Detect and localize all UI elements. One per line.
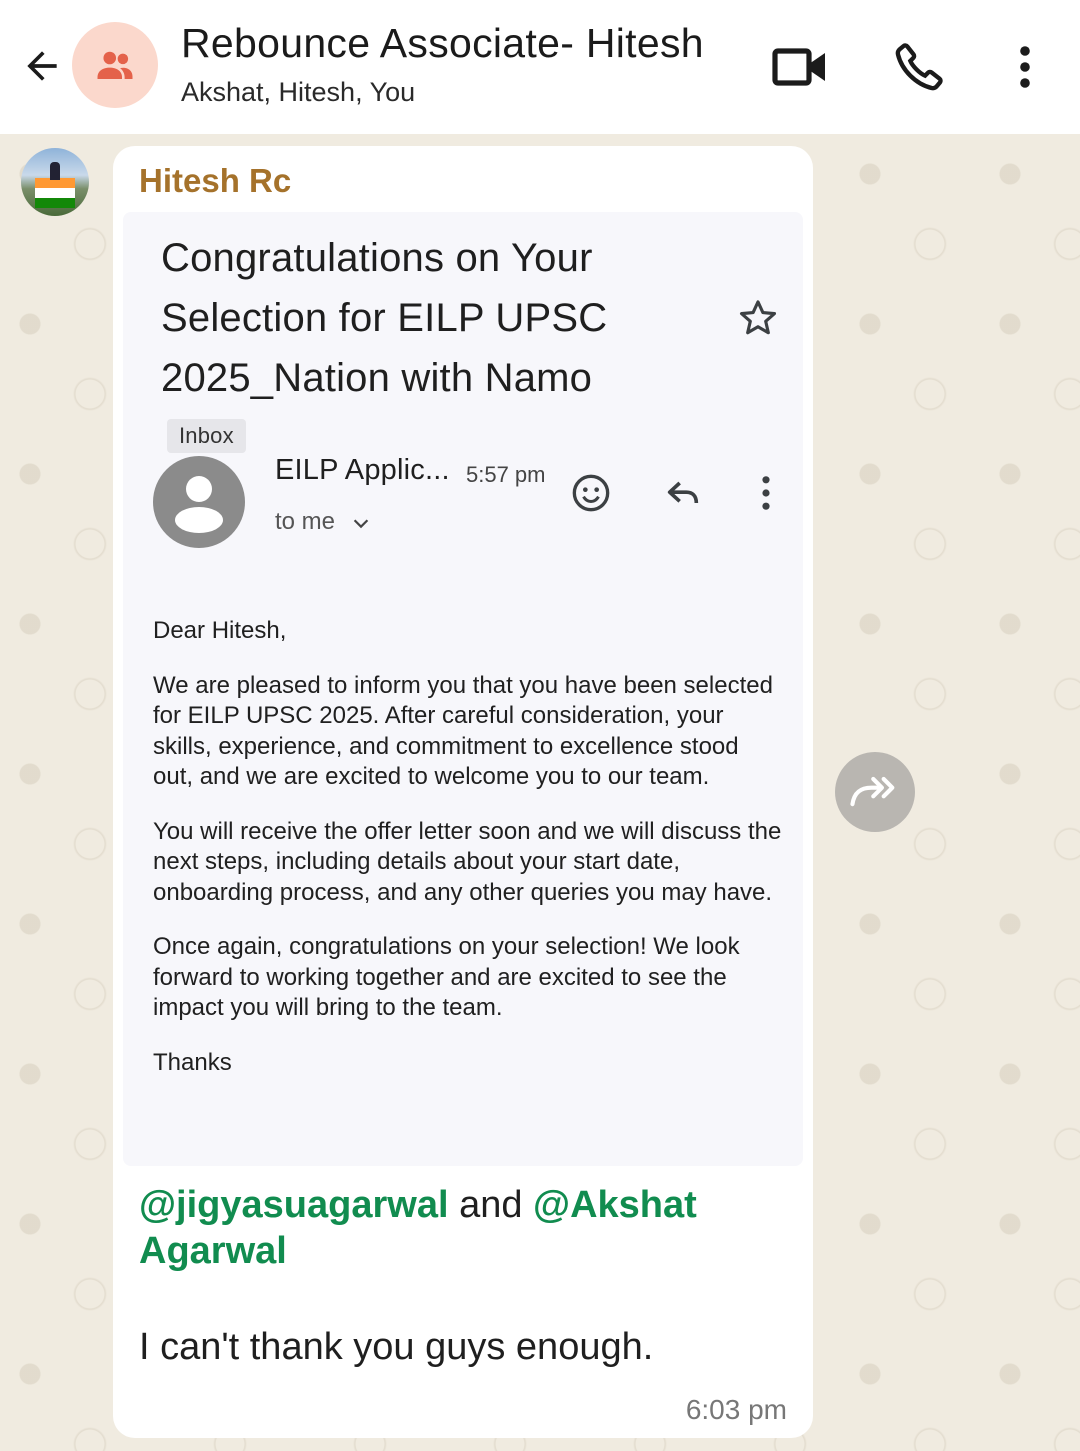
chat-header: Rebounce Associate- Hitesh Akshat, Hites… [0,0,1080,134]
person-image [50,162,60,180]
mention-jigyasuagarwal[interactable]: @jigyasuagarwal [139,1184,449,1226]
email-greeting: Dear Hitesh, [153,617,287,644]
reply-icon-wrap [661,471,705,515]
flag-image [35,178,75,208]
video-call-icon [772,48,825,86]
voice-call-button[interactable] [890,38,948,96]
mention-conjunction: and [448,1184,534,1226]
email-time: 5:57 pm [466,462,546,487]
more-vert-icon [762,476,770,510]
mention-line: @jigyasuagarwal and @Akshat Agarwal [139,1182,779,1274]
inbox-badge: Inbox [167,419,246,454]
email-subject-text: Congratulations on Your Selection for EI… [161,236,608,400]
group-icon [97,51,133,79]
chevron-down-icon [353,519,368,528]
group-avatar[interactable] [72,22,158,108]
email-paragraph: We are pleased to inform you that you ha… [153,671,773,791]
email-recipient: to me [275,508,372,536]
reply-icon [667,481,699,504]
email-body: Dear Hitesh, We are pleased to inform yo… [153,616,783,1102]
sender-placeholder-avatar [153,456,245,548]
email-more-icon-wrap [751,471,781,515]
more-options-button[interactable] [996,38,1054,96]
forward-button[interactable] [835,752,915,832]
message-bubble[interactable]: Hitesh Rc Congratulations on Your Select… [113,146,813,1438]
sender-avatar[interactable] [21,148,89,216]
email-paragraph: Once again, congratulations on your sele… [153,933,740,1021]
email-signoff: Thanks [153,1048,232,1076]
forward-icon [850,776,895,807]
email-from: EILP Applic... [275,454,450,486]
email-paragraph: You will receive the offer letter soon a… [153,817,782,906]
email-screenshot-image[interactable]: Congratulations on Your Selection for EI… [123,212,803,1166]
person-icon [175,476,223,533]
email-subject: Congratulations on Your Selection for EI… [161,228,661,468]
chat-title: Rebounce Associate- Hitesh [181,20,704,66]
video-call-button[interactable] [771,38,829,96]
message-timestamp: 6:03 pm [685,1394,787,1425]
message-text: I can't thank you guys enough. [139,1326,654,1368]
back-button[interactable] [16,40,68,92]
more-vert-icon [1020,46,1030,88]
chat-participants: Akshat, Hitesh, You [181,77,416,107]
email-recipient-text: to me [275,508,336,535]
emoji-react-icon-wrap [569,471,613,515]
chat-title-block[interactable]: Rebounce Associate- Hitesh Akshat, Hites… [181,20,704,108]
phone-icon [895,43,943,91]
emoji-icon [572,474,610,512]
sender-name[interactable]: Hitesh Rc [139,162,291,200]
arrow-left-icon [27,51,57,81]
star-icon [739,300,777,335]
